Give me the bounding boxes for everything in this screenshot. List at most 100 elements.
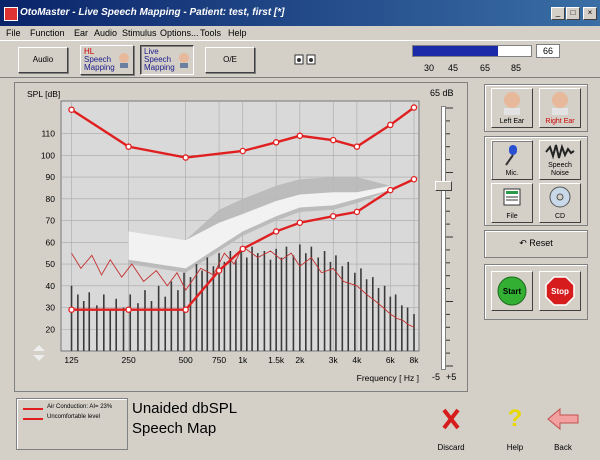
hl-speech-mapping-button[interactable]: HL Speech Mapping xyxy=(80,45,134,75)
x-tick-label: 1.5k xyxy=(268,355,285,365)
mic-label: Mic. xyxy=(505,170,519,177)
back-label: Back xyxy=(554,443,572,452)
x-tick-label: 3k xyxy=(329,355,339,365)
question-mark-icon: ? xyxy=(507,405,523,432)
zoom-down-icon xyxy=(33,355,45,361)
transport-panel: Start Stop xyxy=(484,264,588,320)
series-point xyxy=(353,143,361,150)
slider-thumb[interactable] xyxy=(435,180,452,191)
series-point xyxy=(239,147,247,155)
y-tick-label: 70 xyxy=(46,216,56,226)
start-button[interactable]: Start xyxy=(491,271,533,311)
legend-swatch-ucl xyxy=(23,418,43,420)
back-arrow-icon xyxy=(547,407,579,431)
window-title: OtoMaster - Live Speech Mapping - Patien… xyxy=(20,7,285,18)
series-point xyxy=(296,132,304,140)
series-point xyxy=(125,143,132,150)
speech-map-panel: 20 30 40 50 60 70 80 90 100 110 125 250 500 750 1k 1.5k… xyxy=(14,82,468,392)
x-tick-label: 2k xyxy=(295,355,305,365)
help-button[interactable]: ? Help xyxy=(492,404,538,452)
x-tick-label: 1k xyxy=(238,355,248,365)
menu-audio[interactable]: Audio xyxy=(94,28,117,38)
discard-button[interactable]: Discard xyxy=(428,404,474,452)
reset-panel: ↶ Reset xyxy=(484,230,588,258)
level-tick-85: 85 xyxy=(511,63,522,73)
level-slider[interactable]: 65 dB -5 +5 xyxy=(424,88,464,384)
slider-bottom-left: -5 xyxy=(432,372,441,382)
x-tick-label: 8k xyxy=(410,355,420,365)
oe-button[interactable]: O/E xyxy=(205,47,255,73)
speech-map-chart: 20 30 40 50 60 70 80 90 100 110 125 250 500 750 1k 1.5k… xyxy=(27,89,420,383)
left-ear-label: Left Ear xyxy=(499,118,525,125)
right-ear-label: Right Ear xyxy=(545,118,575,125)
y-tick-label: 60 xyxy=(46,237,56,247)
menu-help[interactable]: Help xyxy=(228,28,247,38)
series-point xyxy=(410,176,418,183)
series-point xyxy=(215,267,223,274)
series-point xyxy=(182,154,189,161)
series-point xyxy=(296,219,304,226)
y-axis-label: SPL [dB] xyxy=(27,89,60,99)
back-button[interactable]: Back xyxy=(540,404,586,452)
level-meter xyxy=(412,45,532,57)
x-tick-label: 6k xyxy=(386,355,396,365)
menu-function[interactable]: Function xyxy=(30,28,65,38)
menu-tools[interactable]: Tools xyxy=(200,28,221,38)
series-point xyxy=(353,208,361,216)
mic-button[interactable]: Mic. xyxy=(491,140,533,180)
y-tick-label: 80 xyxy=(46,194,56,204)
maximize-button[interactable]: □ xyxy=(566,7,580,20)
toolbar: Audio HL Speech Mapping Live Speech Mapp… xyxy=(0,40,600,78)
menu-ear[interactable]: Ear xyxy=(74,28,88,38)
cd-label: CD xyxy=(554,213,566,220)
level-tick-45: 45 xyxy=(448,63,459,73)
y-tick-label: 90 xyxy=(46,172,56,182)
menu-options[interactable]: Options... xyxy=(160,28,199,38)
file-button[interactable]: File xyxy=(491,183,533,223)
series-point xyxy=(239,245,247,253)
discard-label: Discard xyxy=(437,443,465,452)
minimize-button[interactable]: _ xyxy=(551,7,565,20)
series-point xyxy=(182,306,189,313)
legend-label-ac: Air Conduction: AI= 23% xyxy=(47,404,113,410)
cd-button[interactable]: CD xyxy=(539,183,581,223)
legend-label-ucl: Uncomfortable level xyxy=(47,414,101,420)
undo-icon: ↶ xyxy=(519,238,530,248)
y-tick-label: 30 xyxy=(46,303,56,313)
right-ear-button[interactable]: Right Ear xyxy=(539,88,581,128)
level-tick-65: 65 xyxy=(480,63,491,73)
level-value: 66 xyxy=(536,44,560,58)
x-axis-label: Frequency [ Hz ] xyxy=(357,373,419,383)
series-point xyxy=(272,139,280,146)
x-tick-label: 250 xyxy=(122,355,136,365)
series-point xyxy=(125,306,132,313)
x-tick-label: 125 xyxy=(64,355,78,365)
stop-button[interactable]: Stop xyxy=(539,271,581,311)
speech-noise-button[interactable]: Speech Noise xyxy=(539,140,581,180)
caption-line-1: Unaided dbSPL xyxy=(132,400,238,417)
y-tick-label: 20 xyxy=(46,324,56,334)
audio-button[interactable]: Audio xyxy=(18,47,68,73)
slider-ticks xyxy=(446,107,453,367)
waveform-icon xyxy=(545,143,575,160)
speech-noise-label-2: Noise xyxy=(551,170,569,177)
left-ear-button[interactable]: Left Ear xyxy=(491,88,533,128)
stop-label: Stop xyxy=(551,287,569,296)
close-button[interactable]: × xyxy=(583,7,597,20)
menu-file[interactable]: File xyxy=(6,28,21,38)
series-point xyxy=(329,136,337,144)
reset-button[interactable]: ↶ Reset xyxy=(485,238,587,249)
x-tick-label: 750 xyxy=(212,355,226,365)
file-label: File xyxy=(506,213,518,220)
level-meter-fill xyxy=(413,46,498,56)
series-point xyxy=(68,306,75,313)
series-point xyxy=(272,228,280,235)
discard-x-icon xyxy=(442,408,460,430)
menu-stimulus[interactable]: Stimulus xyxy=(122,28,157,38)
head-icon xyxy=(504,92,520,115)
help-label: Help xyxy=(506,443,524,452)
live-speech-mapping-button[interactable]: Live Speech Mapping xyxy=(140,45,194,75)
slider-top-label: 65 dB xyxy=(430,88,454,98)
file-icon xyxy=(503,188,521,206)
oe-button-label: O/E xyxy=(223,55,237,64)
